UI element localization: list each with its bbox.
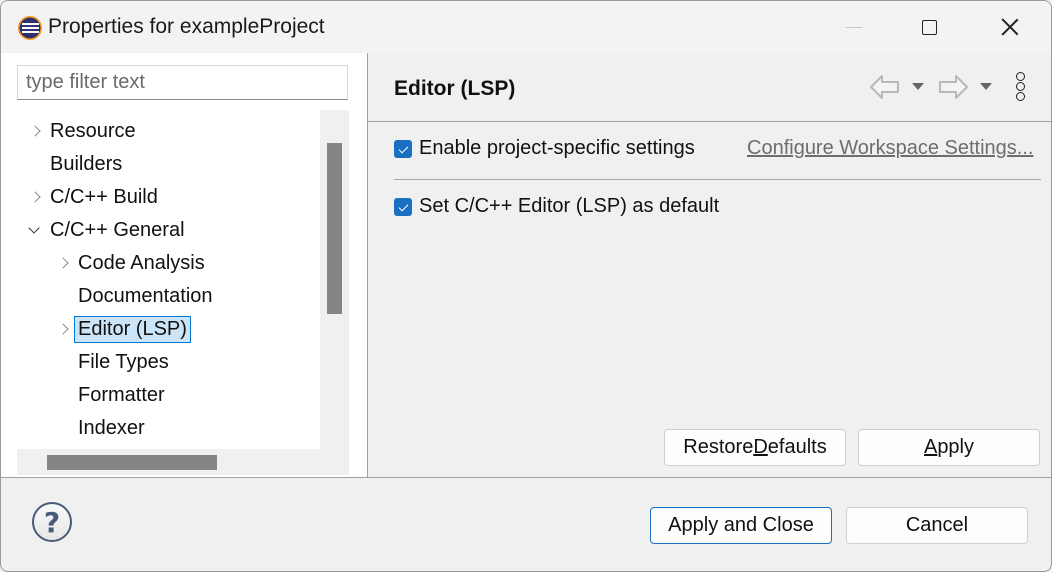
forward-history-dropdown-icon[interactable] xyxy=(980,83,992,90)
chevron-right-icon[interactable] xyxy=(29,190,43,204)
button-label: pply xyxy=(937,436,975,458)
tree-item-label: C/C++ General xyxy=(50,218,185,241)
help-icon[interactable]: ? xyxy=(32,502,72,542)
minimize-button[interactable] xyxy=(818,1,890,53)
footer-separator xyxy=(1,477,1051,478)
close-icon xyxy=(1001,18,1019,36)
set-default-editor-checkbox[interactable] xyxy=(394,198,412,216)
tree-item-label: Resource xyxy=(50,119,136,142)
chevron-right-icon[interactable] xyxy=(57,322,71,336)
title-separator xyxy=(368,121,1051,122)
tree-item-file-types[interactable]: File Types xyxy=(17,347,173,377)
tree-item-label: File Types xyxy=(78,350,169,373)
minimize-icon xyxy=(846,26,862,28)
scrollbar-corner xyxy=(320,449,349,475)
tree-item-label: Code Analysis xyxy=(78,251,205,274)
tree-item-label: Indexer xyxy=(78,416,145,439)
preference-tree: Resource Builders C/C++ Build C/C++ Gene… xyxy=(17,114,320,449)
tree-item-label: Builders xyxy=(50,152,123,175)
title-bar: Properties for exampleProject xyxy=(1,1,1051,53)
properties-dialog: Properties for exampleProject Resource B… xyxy=(0,0,1052,572)
panel-divider[interactable] xyxy=(367,53,368,477)
button-label: Restore xyxy=(683,436,754,458)
page-title: Editor (LSP) xyxy=(394,77,516,100)
tree-item-builders[interactable]: Builders xyxy=(17,149,126,179)
apply-and-close-button[interactable]: Apply and Close xyxy=(650,507,832,544)
configure-workspace-settings-link[interactable]: Configure Workspace Settings... xyxy=(747,137,1033,160)
chevron-right-icon[interactable] xyxy=(29,124,43,138)
mnemonic: D xyxy=(753,436,768,458)
window-title: Properties for exampleProject xyxy=(48,15,325,38)
cancel-button[interactable]: Cancel xyxy=(846,507,1028,544)
tree-horizontal-scroll-thumb[interactable] xyxy=(47,455,217,470)
back-history-dropdown-icon[interactable] xyxy=(912,83,924,90)
forward-arrow-icon[interactable] xyxy=(937,73,969,101)
filter-input[interactable] xyxy=(17,65,348,100)
mnemonic: A xyxy=(923,436,938,458)
set-default-editor-label[interactable]: Set C/C++ Editor (LSP) as default xyxy=(419,195,719,218)
chevron-right-icon[interactable] xyxy=(57,256,71,270)
back-arrow-icon[interactable] xyxy=(869,73,901,101)
enable-project-specific-checkbox[interactable] xyxy=(394,140,412,158)
tree-item-label: C/C++ Build xyxy=(50,185,158,208)
apply-button[interactable]: Apply xyxy=(858,429,1040,466)
page-navigation xyxy=(867,69,1037,105)
tree-item-cpp-general[interactable]: C/C++ General xyxy=(17,215,189,245)
more-options-icon[interactable] xyxy=(1014,72,1026,102)
close-button[interactable] xyxy=(974,1,1046,53)
enable-project-specific-label[interactable]: Enable project-specific settings xyxy=(419,137,695,160)
settings-separator xyxy=(394,179,1041,180)
tree-item-cpp-build[interactable]: C/C++ Build xyxy=(17,182,162,212)
tree-item-label: Documentation xyxy=(78,284,213,307)
tree-item-label: Editor (LSP) xyxy=(74,315,191,343)
tree-item-editor-lsp[interactable]: Editor (LSP) xyxy=(17,314,191,344)
tree-item-documentation[interactable]: Documentation xyxy=(17,281,217,311)
tree-item-code-analysis[interactable]: Code Analysis xyxy=(17,248,209,278)
tree-item-formatter[interactable]: Formatter xyxy=(17,380,169,410)
restore-defaults-button[interactable]: Restore Defaults xyxy=(664,429,846,466)
button-label: efaults xyxy=(767,436,827,458)
tree-item-resource[interactable]: Resource xyxy=(17,116,140,146)
eclipse-app-icon xyxy=(18,16,42,40)
tree-vertical-scroll-thumb[interactable] xyxy=(327,143,342,314)
tree-item-label: Formatter xyxy=(78,383,165,406)
chevron-down-icon[interactable] xyxy=(27,224,41,238)
tree-item-indexer[interactable]: Indexer xyxy=(17,413,149,443)
maximize-icon xyxy=(921,19,937,35)
maximize-button[interactable] xyxy=(893,1,965,53)
